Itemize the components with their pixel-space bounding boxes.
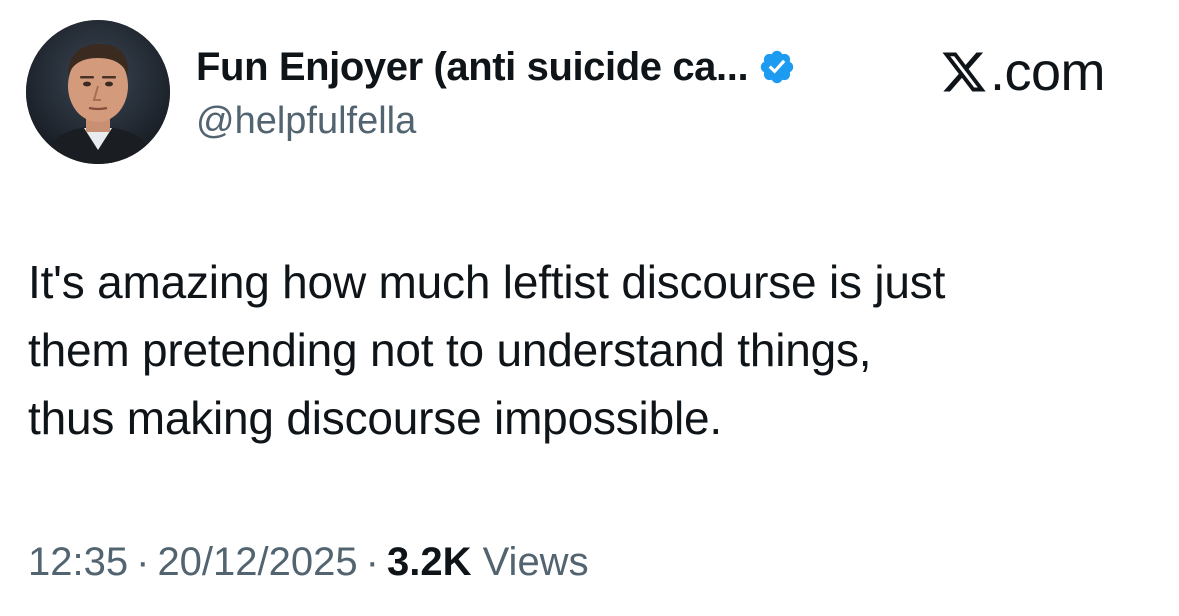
tweet-text-line: thus making discourse impossible. bbox=[28, 392, 722, 444]
author-name-row: Fun Enjoyer (anti suicide ca... bbox=[196, 40, 796, 94]
author-handle[interactable]: @helpfulfella bbox=[196, 100, 416, 143]
verified-badge-icon bbox=[758, 48, 796, 86]
views-count[interactable]: 3.2K bbox=[387, 540, 472, 584]
tweet-text: It's amazing how much leftist discourse … bbox=[28, 248, 1148, 452]
tweet-text-line: them pretending not to understand things… bbox=[28, 324, 872, 376]
tweet-date[interactable]: 20/12/2025 bbox=[157, 540, 357, 584]
author-display-name[interactable]: Fun Enjoyer (anti suicide ca... bbox=[196, 45, 749, 90]
avatar[interactable] bbox=[26, 20, 170, 164]
views-label: Views bbox=[482, 540, 589, 584]
brand-suffix: .com bbox=[990, 42, 1106, 102]
tweet-meta: 12:35 · 20/12/2025 · 3.2K Views bbox=[28, 540, 589, 585]
tweet-time[interactable]: 12:35 bbox=[28, 540, 128, 584]
x-logo-icon bbox=[940, 48, 988, 96]
meta-separator: · bbox=[136, 540, 150, 584]
profile-photo-icon bbox=[26, 20, 170, 164]
tweet-card: Fun Enjoyer (anti suicide ca... @helpful… bbox=[0, 0, 1179, 616]
tweet-text-line: It's amazing how much leftist discourse … bbox=[28, 256, 946, 308]
x-brand-watermark: .com bbox=[940, 40, 1106, 104]
meta-separator: · bbox=[365, 540, 379, 584]
